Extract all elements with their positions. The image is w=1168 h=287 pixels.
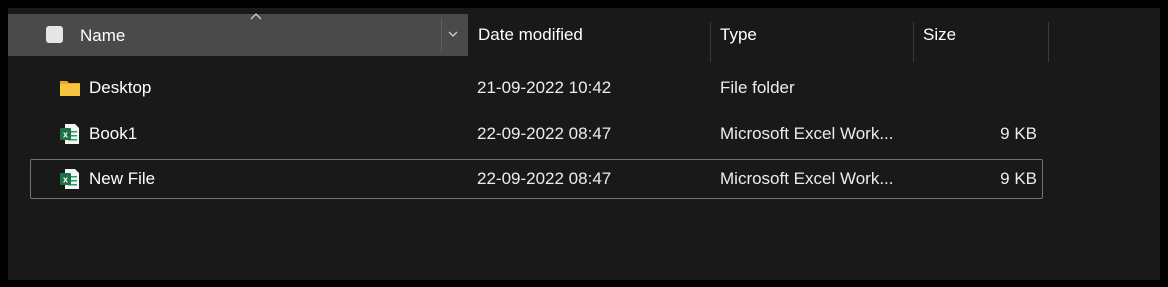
select-all-checkbox[interactable] [46, 26, 63, 43]
svg-text:x: x [63, 130, 68, 140]
column-divider[interactable] [913, 22, 914, 62]
file-row-selected[interactable]: x New File 22-09-2022 08:47 Microsoft Ex… [30, 159, 1043, 199]
svg-text:x: x [63, 175, 68, 185]
column-header-bar: Name Date modified Type Size [8, 13, 1160, 62]
column-header-name[interactable]: Name [8, 13, 468, 56]
file-row[interactable]: Desktop 21-09-2022 10:42 File folder [30, 68, 1043, 108]
chevron-down-icon[interactable] [447, 29, 459, 39]
excel-file-icon: x [60, 124, 79, 144]
sort-ascending-icon [250, 13, 262, 20]
file-size: 9 KB [1000, 169, 1037, 188]
column-header-date-modified[interactable]: Date modified [478, 14, 583, 56]
file-date-modified: 21-09-2022 10:42 [477, 78, 612, 97]
file-type: File folder [720, 78, 795, 97]
column-header-size-label: Size [923, 25, 957, 44]
file-name: New File [89, 169, 156, 188]
file-name: Desktop [89, 78, 152, 97]
file-date-modified: 22-09-2022 08:47 [477, 169, 612, 188]
column-divider [441, 18, 442, 52]
column-header-type-label: Type [720, 25, 757, 44]
column-header-name-label: Name [80, 26, 126, 45]
file-name: Book1 [89, 124, 138, 143]
file-date-modified: 22-09-2022 08:47 [477, 124, 612, 143]
column-header-type[interactable]: Type [720, 14, 757, 56]
file-type: Microsoft Excel Work... [720, 169, 894, 188]
file-row[interactable]: x Book1 22-09-2022 08:47 Microsoft Excel… [30, 114, 1043, 154]
file-list-pane: Name Date modified Type Size Desktop 21-… [8, 8, 1160, 280]
column-divider[interactable] [710, 22, 711, 62]
folder-icon [60, 81, 80, 96]
column-header-size[interactable]: Size [923, 14, 956, 56]
file-size: 9 KB [1000, 124, 1037, 143]
column-header-date-label: Date modified [478, 25, 583, 44]
file-type: Microsoft Excel Work... [720, 124, 894, 143]
column-divider[interactable] [1048, 22, 1049, 62]
excel-file-icon: x [60, 169, 79, 189]
